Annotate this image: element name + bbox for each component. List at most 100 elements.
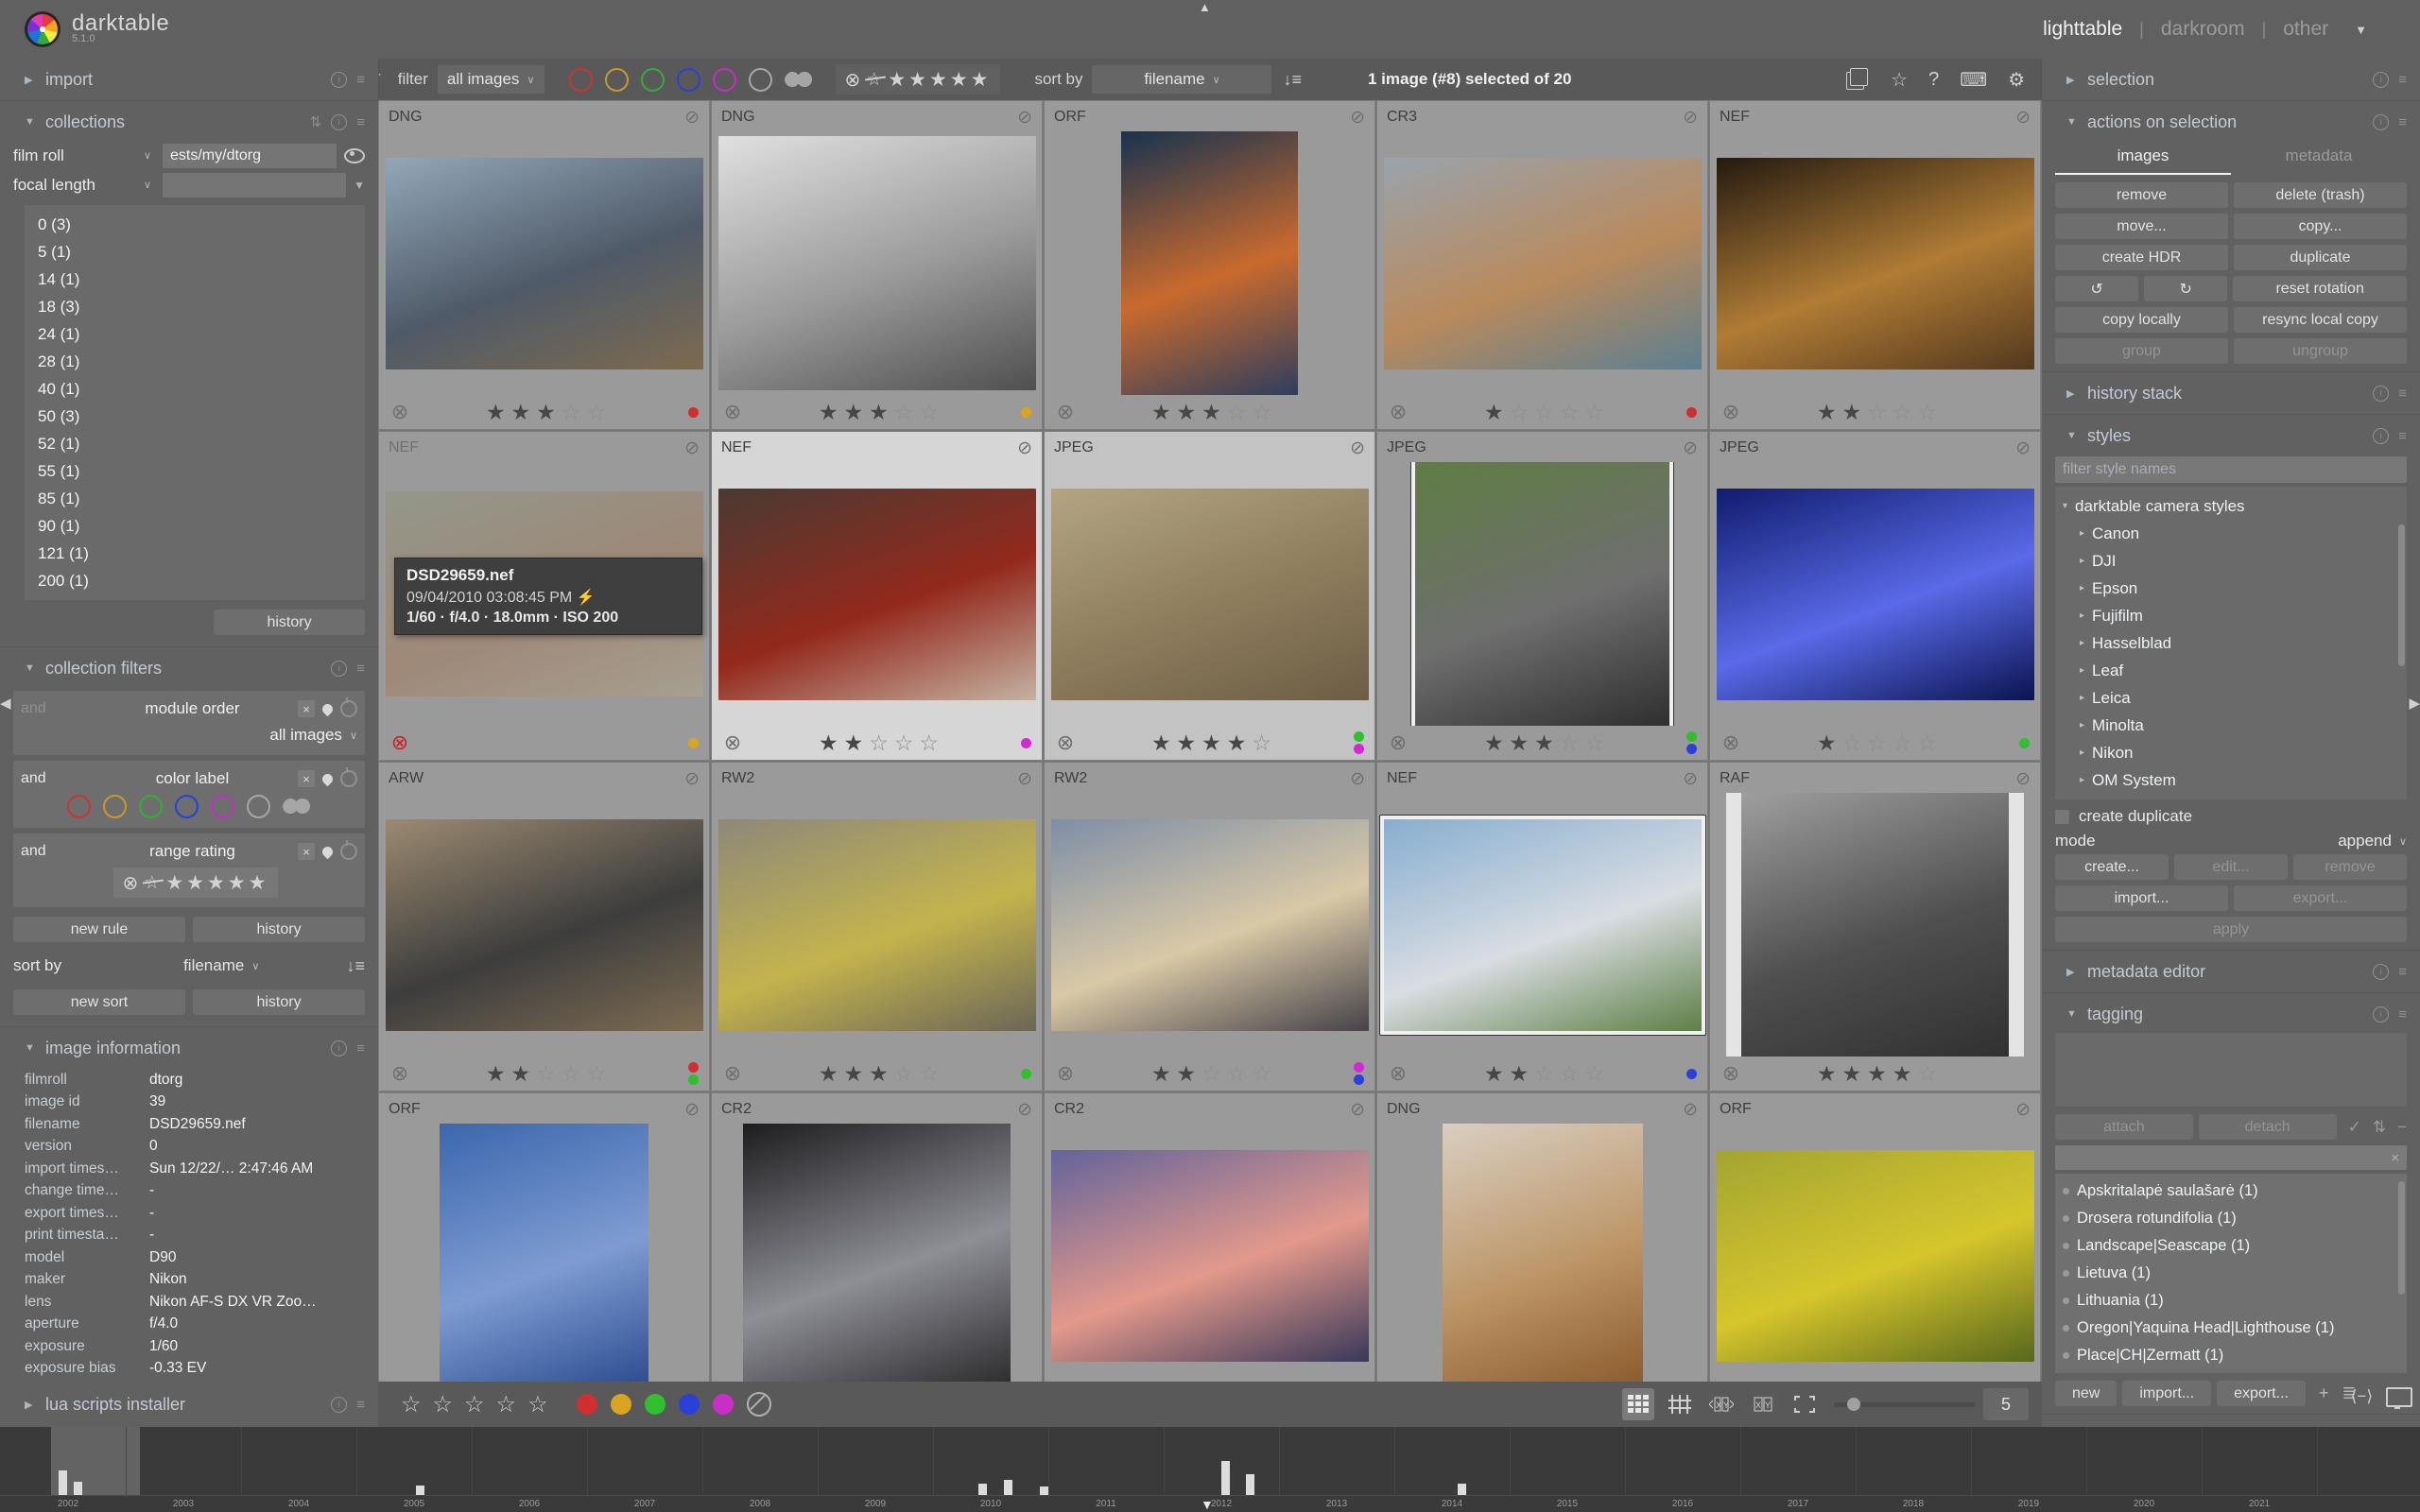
color-label-blue[interactable] xyxy=(1686,744,1697,754)
group-icon[interactable]: ⊘ xyxy=(1683,768,1698,790)
color-filter-yellow[interactable] xyxy=(103,795,127,818)
info-icon[interactable]: i xyxy=(2373,386,2389,402)
pin-rule-icon[interactable] xyxy=(320,844,336,859)
history-eye-icon[interactable] xyxy=(344,148,365,163)
copy-locally-button[interactable]: copy locally xyxy=(2055,307,2228,333)
create-style-button[interactable]: create... xyxy=(2055,854,2169,880)
import-style-button[interactable]: import... xyxy=(2055,885,2228,911)
focal-length-item[interactable]: 50 (3) xyxy=(38,403,365,430)
color-filter-red[interactable] xyxy=(67,795,91,818)
history-button[interactable]: history xyxy=(193,917,365,942)
rule-operator[interactable]: and xyxy=(21,770,87,787)
selection-header[interactable]: ▶ selection i≡ xyxy=(2042,62,2420,96)
tag-item[interactable]: Oregon|Yaquina Head|Lighthouse (1) xyxy=(2055,1314,2407,1342)
grouping-icon[interactable] xyxy=(1850,68,1868,86)
group-icon[interactable]: ⊘ xyxy=(1683,107,1698,129)
slider-thumb[interactable] xyxy=(1847,1398,1860,1411)
chevron-down-icon[interactable]: ▼ xyxy=(354,179,365,192)
rule-value-dropdown[interactable]: all images∨ xyxy=(21,721,357,749)
collection-rule-name[interactable]: film roll∨ xyxy=(13,146,155,165)
collection-rule-name[interactable]: focal length∨ xyxy=(13,176,155,195)
thumbnail-15[interactable]: RAF⊘⊗★★★★☆ xyxy=(1709,762,2041,1091)
style-item-Minolta[interactable]: ▸Minolta xyxy=(2063,712,2399,739)
group-icon[interactable]: ⊘ xyxy=(1017,107,1032,129)
stars[interactable]: ★★★★★ xyxy=(165,871,268,895)
lua-scripts-header[interactable]: ▶ lua scripts installer i≡ xyxy=(0,1382,378,1427)
mode-dropdown[interactable]: append ∨ xyxy=(2338,832,2407,850)
ungroup-button[interactable]: ungroup xyxy=(2234,338,2407,364)
color-label-button-2[interactable] xyxy=(611,1394,631,1415)
info-icon[interactable]: i xyxy=(331,1397,347,1413)
collapse-top-handle[interactable]: ▲ xyxy=(1199,0,1211,14)
full-preview-icon[interactable] xyxy=(1789,1388,1821,1420)
style-filter-input[interactable]: filter style names xyxy=(2055,456,2407,483)
thumbnail-13[interactable]: RW2⊘⊗★★☆☆☆ xyxy=(1044,762,1375,1091)
pin-rule-icon[interactable] xyxy=(320,771,336,786)
move--button[interactable]: move... xyxy=(2055,214,2228,239)
toggle-rule-icon[interactable] xyxy=(340,843,357,860)
import-tag-button[interactable]: import... xyxy=(2122,1381,2211,1406)
tag-item[interactable]: Lietuva (1) xyxy=(2055,1260,2407,1287)
check-icon[interactable]: ✓ xyxy=(2348,1118,2361,1137)
info-icon[interactable]: i xyxy=(331,72,347,88)
range-rating-widget[interactable]: ⊗☆★★★★★ xyxy=(113,868,279,898)
thumbnail-2[interactable]: DNG⊘⊗★★★☆☆ xyxy=(711,100,1043,430)
color-label-magenta[interactable] xyxy=(1354,1062,1364,1073)
thumbnail-rating[interactable]: ★★☆☆☆ xyxy=(1077,1061,1352,1087)
thumbnail-4[interactable]: CR3⊘⊗★☆☆☆☆ xyxy=(1376,100,1708,430)
focal-length-item[interactable]: 18 (3) xyxy=(38,293,365,320)
clear-color-label-button[interactable] xyxy=(747,1392,771,1417)
thumbnail-rating[interactable]: ★★☆☆☆ xyxy=(1409,1061,1685,1087)
remove-rule-icon[interactable]: × xyxy=(298,700,315,717)
thumbnail-8[interactable]: JPEG⊘⊗★★★★☆ xyxy=(1044,431,1375,761)
history-stack-header[interactable]: ▶ history stack i≡ xyxy=(2042,376,2420,410)
reject-icon[interactable]: ⊗ xyxy=(1720,731,1742,754)
plus-icon[interactable]: + xyxy=(2319,1383,2329,1403)
thumbnail-rating[interactable]: ★★★★☆ xyxy=(1742,1061,2017,1087)
presets-icon[interactable]: ≡ xyxy=(356,72,365,88)
thumbnail-5[interactable]: NEF⊘⊗★★☆☆☆ xyxy=(1709,100,2041,430)
color-filter-multi[interactable] xyxy=(785,70,813,90)
color-label-button-4[interactable] xyxy=(679,1394,700,1415)
rule-operator[interactable]: and xyxy=(21,843,87,860)
reject-icon[interactable]: ⊗ xyxy=(1387,1062,1409,1085)
culling-dynamic-icon[interactable]: XY xyxy=(1705,1388,1737,1420)
reject-icon[interactable]: ⊗ xyxy=(721,731,744,754)
color-label-button-5[interactable] xyxy=(713,1394,734,1415)
reject-icon[interactable]: ⊗ xyxy=(1387,401,1409,423)
color-filter-multi[interactable] xyxy=(283,797,311,816)
thumbnail-size-slider[interactable] xyxy=(1834,1402,1976,1407)
styles-tree-root[interactable]: ▾darktable camera styles xyxy=(2063,492,2399,520)
thumbnail-7[interactable]: NEF⊘⊗★★☆☆☆ xyxy=(711,431,1043,761)
metadata-editor-header[interactable]: ▶ metadata editor i≡ xyxy=(2042,954,2420,988)
image-information-header[interactable]: ▼ image information i≡ xyxy=(0,1031,378,1065)
create-HDR-button[interactable]: create HDR xyxy=(2055,245,2228,270)
thumbnail-1[interactable]: DNG⊘⊗★★★☆☆ xyxy=(378,100,710,430)
remove-button[interactable]: remove xyxy=(2055,182,2228,208)
reject-icon[interactable]: ⊗ xyxy=(389,1062,411,1085)
style-item-Fujifilm[interactable]: ▸Fujifilm xyxy=(2063,602,2399,629)
tag-item[interactable]: Apskritalapė saulašarė (1) xyxy=(2055,1177,2407,1205)
reject-icon[interactable]: ⊗ xyxy=(1387,731,1409,754)
thumbnail-12[interactable]: RW2⊘⊗★★★☆☆ xyxy=(711,762,1043,1091)
presets-icon[interactable]: ≡ xyxy=(356,114,365,130)
focal-length-item[interactable]: 55 (1) xyxy=(38,457,365,485)
rating-star-3[interactable]: ☆ xyxy=(464,1391,485,1418)
thumbnail-rating[interactable]: ★★★☆☆ xyxy=(1409,730,1685,756)
group-icon[interactable]: ⊘ xyxy=(1350,1099,1365,1121)
thumbnails-per-row-value[interactable]: 5 xyxy=(1983,1388,2029,1420)
chevron-down-icon[interactable]: ▼ xyxy=(2355,23,2367,37)
reject-icon[interactable]: ⊗ xyxy=(721,401,744,423)
group-icon[interactable]: ⊘ xyxy=(1350,107,1365,129)
info-icon[interactable]: i xyxy=(2373,72,2389,88)
reject-icon[interactable]: ⊗ xyxy=(1720,401,1742,423)
reject-icon[interactable]: ⊗ xyxy=(1054,1062,1077,1085)
info-icon[interactable]: i xyxy=(2373,428,2389,444)
color-filter-green[interactable] xyxy=(139,795,163,818)
group-icon[interactable]: ⊘ xyxy=(1350,768,1365,790)
resync-local-copy-button[interactable]: resync local copy xyxy=(2234,307,2407,333)
tag-item[interactable]: Lithuania (1) xyxy=(2055,1287,2407,1314)
rotate-ccw-icon[interactable]: ↺ xyxy=(2055,276,2138,301)
reject-icon[interactable]: ⊗ xyxy=(1054,401,1077,423)
star-filter[interactable]: ★★★★★ xyxy=(888,68,991,92)
